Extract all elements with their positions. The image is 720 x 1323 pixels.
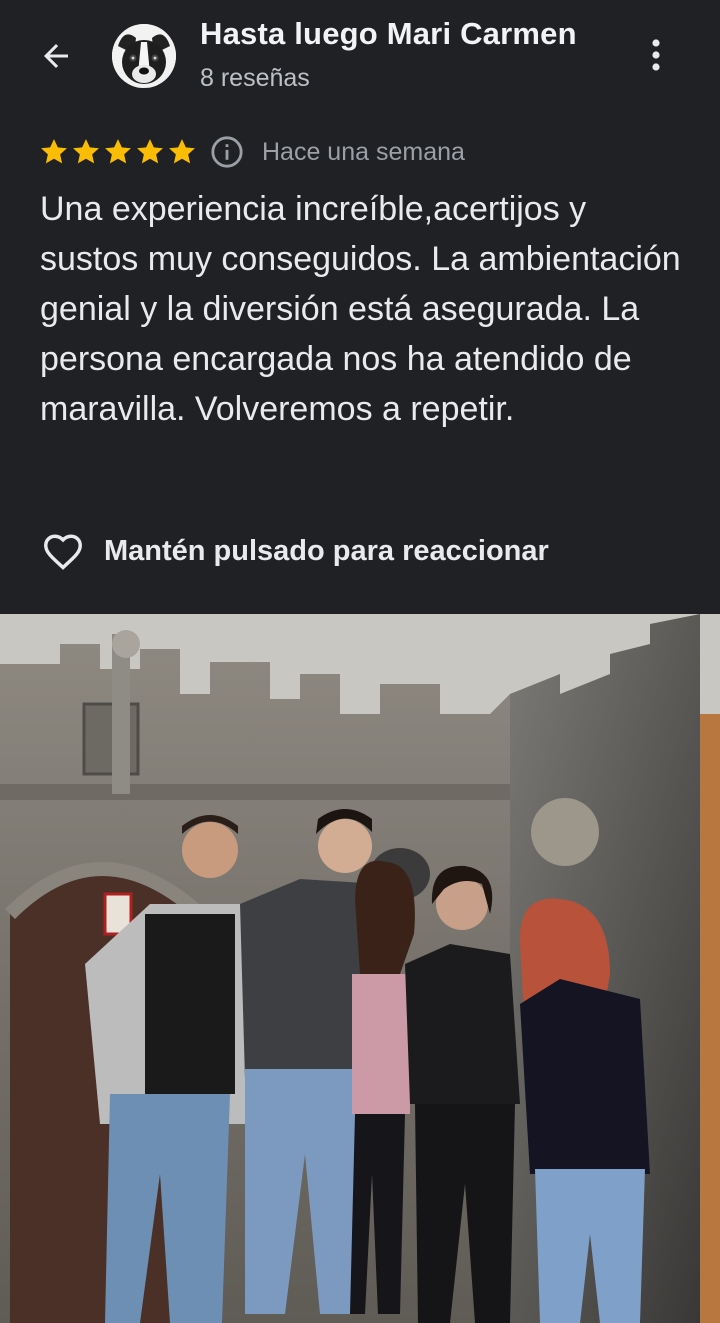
review-time: Hace una semana	[262, 137, 465, 166]
group-photo-image	[0, 614, 720, 1323]
star-icon	[41, 139, 67, 164]
heart-outline-icon	[44, 534, 82, 570]
back-button[interactable]	[30, 30, 82, 82]
star-icon	[105, 139, 131, 164]
info-icon[interactable]	[210, 135, 244, 169]
review-header: Hasta luego Mari Carmen 8 reseñas	[0, 0, 720, 120]
review-text: Una experiencia increíble,acertijos y su…	[40, 190, 681, 428]
dog-avatar-image	[112, 24, 176, 88]
review-photo[interactable]	[0, 614, 720, 1323]
more-options-button[interactable]	[634, 30, 678, 80]
star-icon	[73, 139, 99, 164]
author-avatar[interactable]	[112, 24, 176, 88]
arrow-back-icon	[44, 44, 68, 68]
react-label: Mantén pulsado para reaccionar	[104, 534, 549, 567]
star-icon	[137, 139, 163, 164]
rating-row: Hace una semana	[38, 130, 465, 174]
author-name[interactable]: Hasta luego Mari Carmen	[200, 16, 577, 52]
react-button[interactable]: Mantén pulsado para reaccionar	[40, 526, 549, 576]
star-icon	[169, 139, 195, 164]
review-count: 8 reseñas	[200, 64, 310, 92]
more-vert-icon	[652, 39, 660, 71]
star-rating	[38, 136, 198, 168]
